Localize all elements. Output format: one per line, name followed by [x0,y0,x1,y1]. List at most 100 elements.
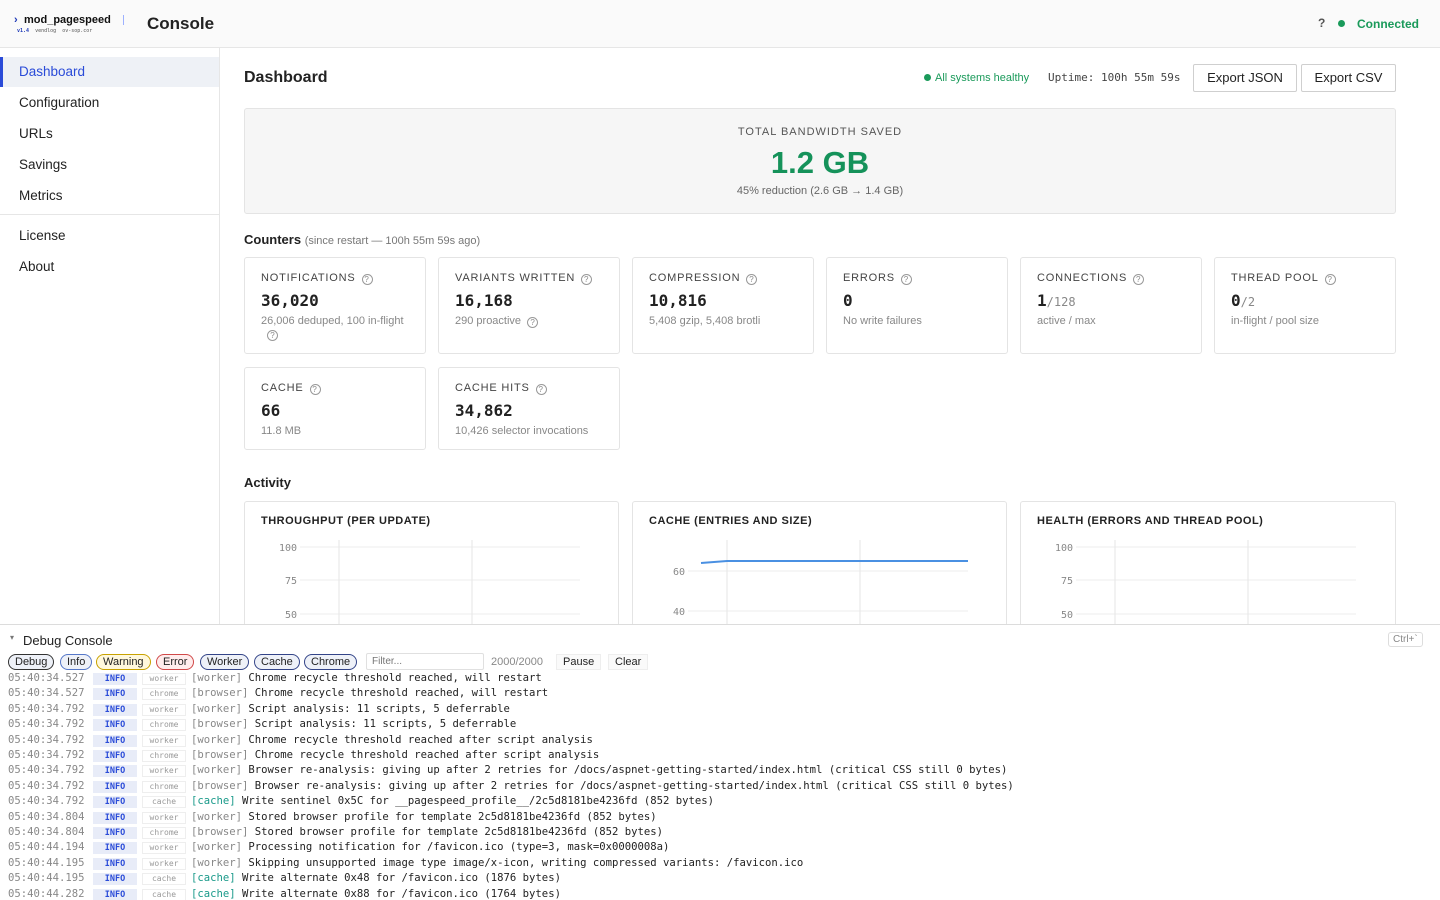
cache-entries-line [700,560,968,564]
log-text: Stored browser profile for template 2c5d… [248,810,657,823]
throughput-chart: THROUGHPUT (PER UPDATE) 100 75 50 [244,501,619,625]
shortcut-hint: Ctrl+` [1388,632,1423,647]
log-tag: [worker] [191,733,243,746]
log-row: 05:40:34.792 INFO worker [worker] Script an… [0,702,1440,717]
debug-console-header[interactable]: ▾ Debug Console Ctrl+` [0,625,1440,655]
filter-chip-cache[interactable]: Cache [254,654,300,670]
counter-card-cache: CACHE? 66 11.8 MB [244,367,426,450]
log-message: [cache] Write alternate 0x48 for /favico… [191,871,561,886]
card-subtitle: 26,006 deduped, 100 in-flight? [261,315,404,341]
card-label: VARIANTS WRITTEN [455,272,576,284]
help-icon[interactable]: ? [267,330,278,341]
log-source-badge: worker [142,811,186,824]
tick-label: 75 [285,576,297,587]
log-tag: [browser] [191,826,249,838]
log-tag: [worker] [191,702,243,715]
cache-chart: CACHE (ENTRIES AND SIZE) 60 40 [632,501,1007,625]
log-tag: [browser] [191,749,249,761]
sidebar-item-metrics[interactable]: Metrics [0,181,219,211]
log-filter-input[interactable] [366,653,484,670]
card-subtitle: 11.8 MB [261,425,302,437]
log-row: 05:40:34.792 INFO chrome [browser] Browser … [0,779,1440,794]
help-icon[interactable]: ? [900,274,912,285]
log-text: Skipping unsupported image type image/x-… [248,856,804,869]
help-icon[interactable]: ? [361,274,373,285]
log-source-badge: worker [142,857,186,870]
collapse-caret-icon[interactable]: ▾ [10,633,14,642]
log-source-badge: cache [142,873,186,886]
connection-status: Connected [1357,17,1420,31]
debug-console-title: Debug Console [23,633,113,648]
sidebar-item-dashboard[interactable]: Dashboard [0,57,219,87]
help-icon[interactable]: ? [1318,16,1325,30]
log-row: 05:40:44.195 INFO worker [worker] Skipping … [0,856,1440,871]
log-row: 05:40:34.804 INFO chrome [browser] Stored b… [0,825,1440,840]
log-count: 2000/2000 [491,656,543,668]
card-value: 36,020 [261,291,319,310]
log-message: [browser] Script analysis: 11 scripts, 5… [191,717,516,732]
sidebar-item-license[interactable]: License [0,221,219,251]
log-row: 05:40:34.792 INFO chrome [browser] Script a… [0,717,1440,732]
sidebar-item-configuration[interactable]: Configuration [0,88,219,118]
sidebar-item-urls[interactable]: URLs [0,119,219,149]
card-value: 16,168 [455,291,513,310]
help-icon[interactable]: ? [746,274,758,285]
log-level-badge: INFO [93,873,137,886]
log-text: Write alternate 0x48 for /favicon.ico (1… [242,872,561,885]
activity-title: Activity [244,475,291,490]
log-row: 05:40:44.194 INFO worker [worker] Processin… [0,840,1440,855]
log-tag: [worker] [191,841,243,854]
card-label: COMPRESSION [649,272,741,284]
filter-chip-chrome[interactable]: Chrome [304,654,358,670]
tick-label: 40 [673,607,685,618]
log-text: Script analysis: 11 scripts, 5 deferrabl… [248,702,510,715]
log-source-badge: worker [142,765,186,778]
sidebar-item-savings[interactable]: Savings [0,150,219,180]
help-icon[interactable]: ? [581,274,593,285]
throughput-chart-plot: 100 75 50 [279,540,580,625]
export-csv-button[interactable]: Export CSV [1301,64,1396,92]
log-message: [browser] Browser re-analysis: giving up… [191,779,1014,794]
log-text: Chrome recycle threshold reached, will r… [248,672,542,684]
tick-label: 75 [1061,576,1073,587]
sidebar-divider [0,214,219,215]
log-level-badge: INFO [93,765,137,778]
log-message: [worker] Script analysis: 11 scripts, 5 … [191,702,510,717]
card-subtitle: 10,426 selector invocations [455,425,589,437]
log-text: Processing notification for /favicon.ico… [248,841,670,854]
log-row: 05:40:34.527 INFO worker [worker] Chrome re… [0,671,1440,686]
help-icon[interactable]: ? [527,317,539,328]
help-icon[interactable]: ? [535,384,547,395]
filter-chip-debug[interactable]: Debug [8,654,55,670]
health-dot [924,74,931,81]
filter-chip-error[interactable]: Error [156,654,195,670]
log-level-badge: INFO [93,673,137,685]
card-value: 1/128 [1037,291,1076,310]
log-timestamp: 05:40:34.527 [8,672,85,684]
log-source-badge: chrome [142,719,186,732]
log-text: Stored browser profile for template 2c5d… [254,826,663,838]
filter-chip-warning[interactable]: Warning [96,654,151,670]
logo[interactable]: › mod_pagespeed v1.4 vendlog ov-sop.cor [14,12,126,36]
help-icon[interactable]: ? [1324,274,1336,285]
filter-chip-info[interactable]: Info [60,654,93,670]
log-text: Chrome recycle threshold reached after s… [254,749,600,761]
log-source-badge: worker [142,842,186,855]
filter-chip-worker[interactable]: Worker [200,654,250,670]
counter-card-cache-hits: CACHE HITS? 34,862 10,426 selector invoc… [438,367,620,450]
help-icon[interactable]: ? [1133,274,1145,285]
pause-button[interactable]: Pause [556,654,602,670]
card-subtitle: 5,408 gzip, 5,408 brotli [649,315,761,327]
sidebar-item-about[interactable]: About [0,252,219,282]
card-value: 10,816 [649,291,707,310]
help-icon[interactable]: ? [309,384,321,395]
export-json-button[interactable]: Export JSON [1193,64,1297,92]
log-tag: [cache] [191,795,236,808]
log-level-badge: INFO [93,719,137,732]
tick-label: 50 [1061,610,1073,621]
log-list[interactable]: 05:40:34.527 INFO worker [worker] Chrome re… [0,671,1440,900]
counter-card-thread-pool: THREAD POOL? 0/2 in-flight / pool size [1214,257,1396,354]
clear-button[interactable]: Clear [608,654,649,670]
health-chart-plot: 100 75 50 [1055,540,1356,625]
hero-value: 1.2 GB [770,145,870,180]
